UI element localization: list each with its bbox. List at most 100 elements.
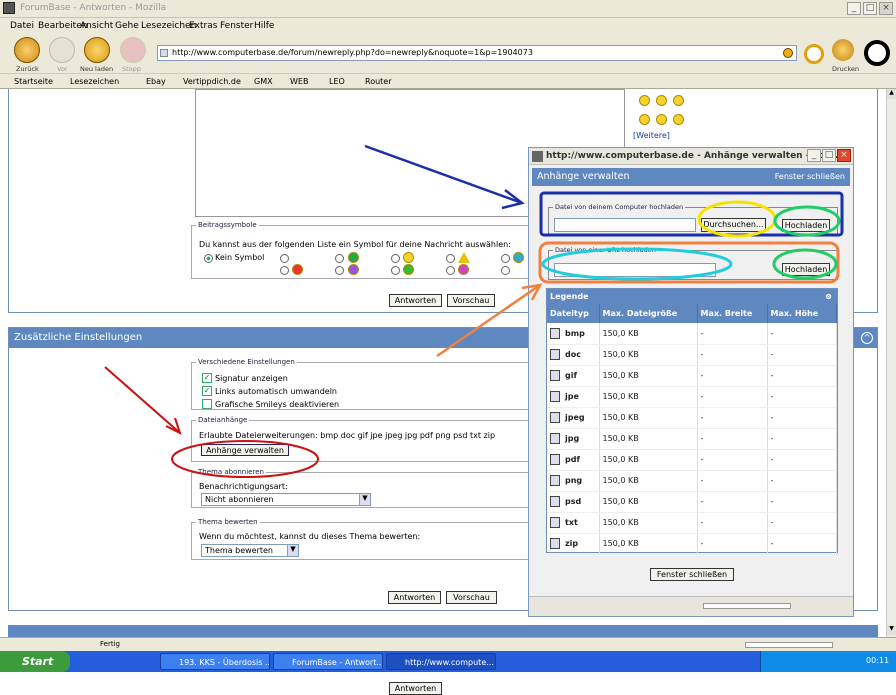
filetype-row: gif 150,0 KB - - xyxy=(547,365,837,387)
minimize-button[interactable]: _ xyxy=(847,2,861,15)
smiley-icon[interactable] xyxy=(656,114,667,125)
bookmark-gmx[interactable]: GMX xyxy=(254,77,273,86)
bookmark-router[interactable]: Router xyxy=(365,77,392,86)
rate-select[interactable]: Thema bewerten xyxy=(201,544,299,557)
task-button[interactable]: 193. KKS - Überdosis ... xyxy=(160,653,270,670)
menu-extras[interactable]: Extras xyxy=(189,21,217,31)
stop-icon[interactable] xyxy=(120,37,146,63)
rate-select-value: Thema bewerten xyxy=(205,546,273,555)
rate-legend: Thema bewerten xyxy=(198,518,258,526)
icon-radio[interactable] xyxy=(446,266,455,275)
smiley-icon[interactable] xyxy=(639,114,650,125)
icon-radio[interactable] xyxy=(501,254,510,263)
filetype-name: jpg xyxy=(565,434,580,443)
url-input[interactable]: http://www.computerbase.de/forum/newrepl… xyxy=(157,45,797,61)
maxheight-cell: - xyxy=(767,344,837,366)
bookmark-ebay[interactable]: Ebay xyxy=(146,77,166,86)
upload-local-button[interactable]: Hochladen xyxy=(782,219,830,232)
icon-radio[interactable] xyxy=(335,254,344,263)
icon-radio[interactable] xyxy=(446,254,455,263)
menu-fenster[interactable]: Fenster xyxy=(220,21,253,31)
icon-radio[interactable] xyxy=(280,266,289,275)
back-label: Zurück xyxy=(16,65,39,73)
maxsize-cell: 150,0 KB xyxy=(599,407,698,429)
collapse-icon[interactable]: ^ xyxy=(861,332,873,344)
popup-minimize-button[interactable]: _ xyxy=(807,149,821,162)
maxsize-cell: 150,0 KB xyxy=(599,491,698,513)
icon-radio[interactable] xyxy=(391,254,400,263)
signature-checkbox[interactable]: ✓ xyxy=(202,373,212,383)
bookmark-startseite[interactable]: Startseite xyxy=(14,77,53,86)
maxwidth-cell: - xyxy=(697,407,768,429)
maximize-button[interactable]: □ xyxy=(863,2,877,15)
browse-button[interactable]: Durchsuchen... xyxy=(701,218,766,232)
filetype-row: jpg 150,0 KB - - xyxy=(547,428,837,450)
misc-settings-legend: Verschiedene Einstellungen xyxy=(198,358,295,366)
more-smilies-link[interactable]: [Weitere] xyxy=(633,131,670,140)
chevron-down-icon[interactable]: ▼ xyxy=(287,545,298,556)
icon-radio[interactable] xyxy=(335,266,344,275)
print-label: Drucken xyxy=(832,65,860,73)
icon-radio[interactable] xyxy=(280,254,289,263)
stop-label: Stopp xyxy=(122,65,141,73)
menu-hilfe[interactable]: Hilfe xyxy=(254,21,274,31)
allowed-extensions: Erlaubte Dateierweiterungen: bmp doc gif… xyxy=(199,431,496,440)
task-button[interactable]: ForumBase - Antwort... xyxy=(273,653,383,670)
preview-button[interactable]: Vorschau xyxy=(447,294,495,307)
menu-gehe[interactable]: Gehe xyxy=(115,21,139,31)
forward-icon[interactable] xyxy=(49,37,75,63)
bookmark-vertippdich[interactable]: Vertippdich.de xyxy=(183,77,241,86)
bookmark-lesezeichen[interactable]: Lesezeichen xyxy=(70,77,119,86)
scroll-down-icon[interactable]: ▼ xyxy=(887,625,896,635)
smiley-icon[interactable] xyxy=(673,95,684,106)
collapse-icon[interactable]: ⊗ xyxy=(825,289,832,304)
reply-button[interactable]: Antworten xyxy=(389,294,442,307)
lightbulb-icon xyxy=(403,252,414,263)
disable-smilies-checkbox[interactable] xyxy=(202,399,212,409)
search-icon[interactable] xyxy=(804,44,824,64)
throbber-icon xyxy=(864,40,890,66)
reload-icon[interactable] xyxy=(84,37,110,63)
close-button[interactable]: × xyxy=(879,2,893,15)
popup-close-button[interactable]: × xyxy=(837,149,851,162)
preview-button-2[interactable]: Vorschau xyxy=(446,591,497,604)
icon-radio[interactable] xyxy=(501,266,510,275)
go-icon[interactable] xyxy=(783,48,793,58)
no-icon-radio[interactable] xyxy=(204,254,213,263)
autolink-checkbox[interactable]: ✓ xyxy=(202,386,212,396)
filetype-name: png xyxy=(565,476,583,485)
legend-title: Legende xyxy=(550,292,589,301)
file-input[interactable] xyxy=(554,218,696,232)
reply-button-2[interactable]: Antworten xyxy=(388,591,441,604)
task-button-active[interactable]: http://www.compute... xyxy=(386,653,496,670)
maxwidth-cell: - xyxy=(697,344,768,366)
upload-url-button[interactable]: Hochladen xyxy=(782,263,830,276)
filetype-name: jpe xyxy=(565,392,579,401)
signature-label: Signatur anzeigen xyxy=(215,374,288,383)
smiley-icon[interactable] xyxy=(673,114,684,125)
legend-box: Legende ⊗ Dateityp Max. Dateigröße Max. B… xyxy=(546,288,838,555)
menu-ansicht[interactable]: Ansicht xyxy=(80,21,113,31)
notify-select[interactable]: Nicht abonnieren xyxy=(201,493,371,506)
file-icon xyxy=(550,370,560,381)
start-button[interactable]: Start xyxy=(0,651,70,672)
print-icon[interactable] xyxy=(832,39,854,61)
bookmark-web[interactable]: WEB xyxy=(290,77,308,86)
back-icon[interactable] xyxy=(14,37,40,63)
popup-close-link[interactable]: Fenster schließen xyxy=(775,168,845,186)
url-upload-input[interactable] xyxy=(554,263,716,277)
popup-maximize-button[interactable]: □ xyxy=(822,149,836,162)
popup-close-window-button[interactable]: Fenster schließen xyxy=(650,568,734,581)
chevron-down-icon[interactable]: ▼ xyxy=(359,494,370,505)
reply-button-bottom[interactable]: Antworten xyxy=(389,682,442,695)
manage-attachments-button[interactable]: Anhänge verwalten xyxy=(201,444,289,456)
smiley-icon[interactable] xyxy=(639,95,650,106)
scroll-up-icon[interactable]: ▲ xyxy=(887,89,896,99)
local-upload-legend: Datei von deinem Computer hochladen xyxy=(555,203,684,211)
menu-datei[interactable]: Datei xyxy=(10,21,34,31)
smiley-icon[interactable] xyxy=(656,95,667,106)
menu-lesezeichen[interactable]: Lesezeichen xyxy=(141,21,196,31)
bookmark-leo[interactable]: LEO xyxy=(329,77,345,86)
page-scrollbar[interactable]: ▲ ▼ xyxy=(886,89,896,637)
icon-radio[interactable] xyxy=(391,266,400,275)
